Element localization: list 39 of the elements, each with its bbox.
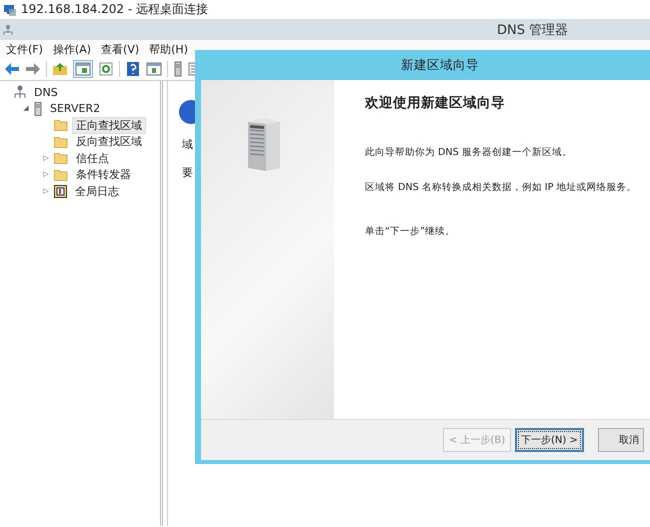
tree-item[interactable]: SERVER2 [46, 101, 104, 116]
remote-desktop-icon [3, 2, 17, 16]
log-icon [54, 184, 67, 198]
menu-item[interactable]: 操作(A) [48, 40, 96, 58]
server-icon[interactable] [173, 61, 183, 77]
window-title: DNS 管理器 [497, 22, 568, 38]
forward-arrow-icon[interactable] [25, 62, 41, 76]
network-icon [3, 24, 13, 36]
wizard-button[interactable]: 取消 [598, 428, 644, 452]
wizard-text: 单击“下一步”继续。 [365, 225, 456, 238]
dialog-title: 新建区域向导 [400, 56, 480, 74]
network-icon [14, 85, 26, 100]
menu-item[interactable]: 查看(V) [97, 40, 144, 58]
tree-item[interactable]: 信任点 [72, 150, 113, 167]
tree-item[interactable]: 正向查找区域 [72, 116, 146, 134]
back-arrow-icon[interactable] [4, 62, 20, 76]
wizard-button[interactable]: 下一步(N) > [515, 428, 584, 452]
tree-item[interactable]: 全局日志 [71, 182, 123, 200]
folder-icon [54, 152, 68, 164]
wizard-text: 区域将 DNS 名称转换成相关数据，例如 IP 地址或网络服务。 [365, 181, 636, 194]
refresh-icon[interactable] [98, 62, 114, 76]
folder-icon [54, 119, 68, 132]
server-icon [34, 102, 42, 116]
tree-item[interactable]: 条件转发器 [72, 166, 135, 184]
detail-text: 域 [182, 137, 193, 152]
panel-icon[interactable] [146, 62, 162, 76]
detail-text: 要 [182, 165, 193, 180]
folder-up-icon[interactable] [52, 62, 68, 76]
folder-icon [54, 168, 68, 181]
window-title: 192.168.184.202 - 远程桌面连接 [21, 1, 208, 18]
tree-item[interactable]: 反向查找区域 [72, 133, 146, 150]
menu-item[interactable]: 帮助(H) [145, 40, 192, 58]
menu-item[interactable]: 文件(F) [2, 40, 47, 58]
wizard-text: 此向导帮助你为 DNS 服务器创建一个新区域。 [365, 146, 573, 159]
help-icon[interactable] [125, 61, 141, 77]
panel-toggle-icon[interactable] [73, 60, 93, 78]
folder-icon [54, 136, 68, 148]
tree-item[interactable]: DNS [30, 84, 62, 100]
wizard-heading: 欢迎使用新建区域向导 [365, 94, 506, 112]
